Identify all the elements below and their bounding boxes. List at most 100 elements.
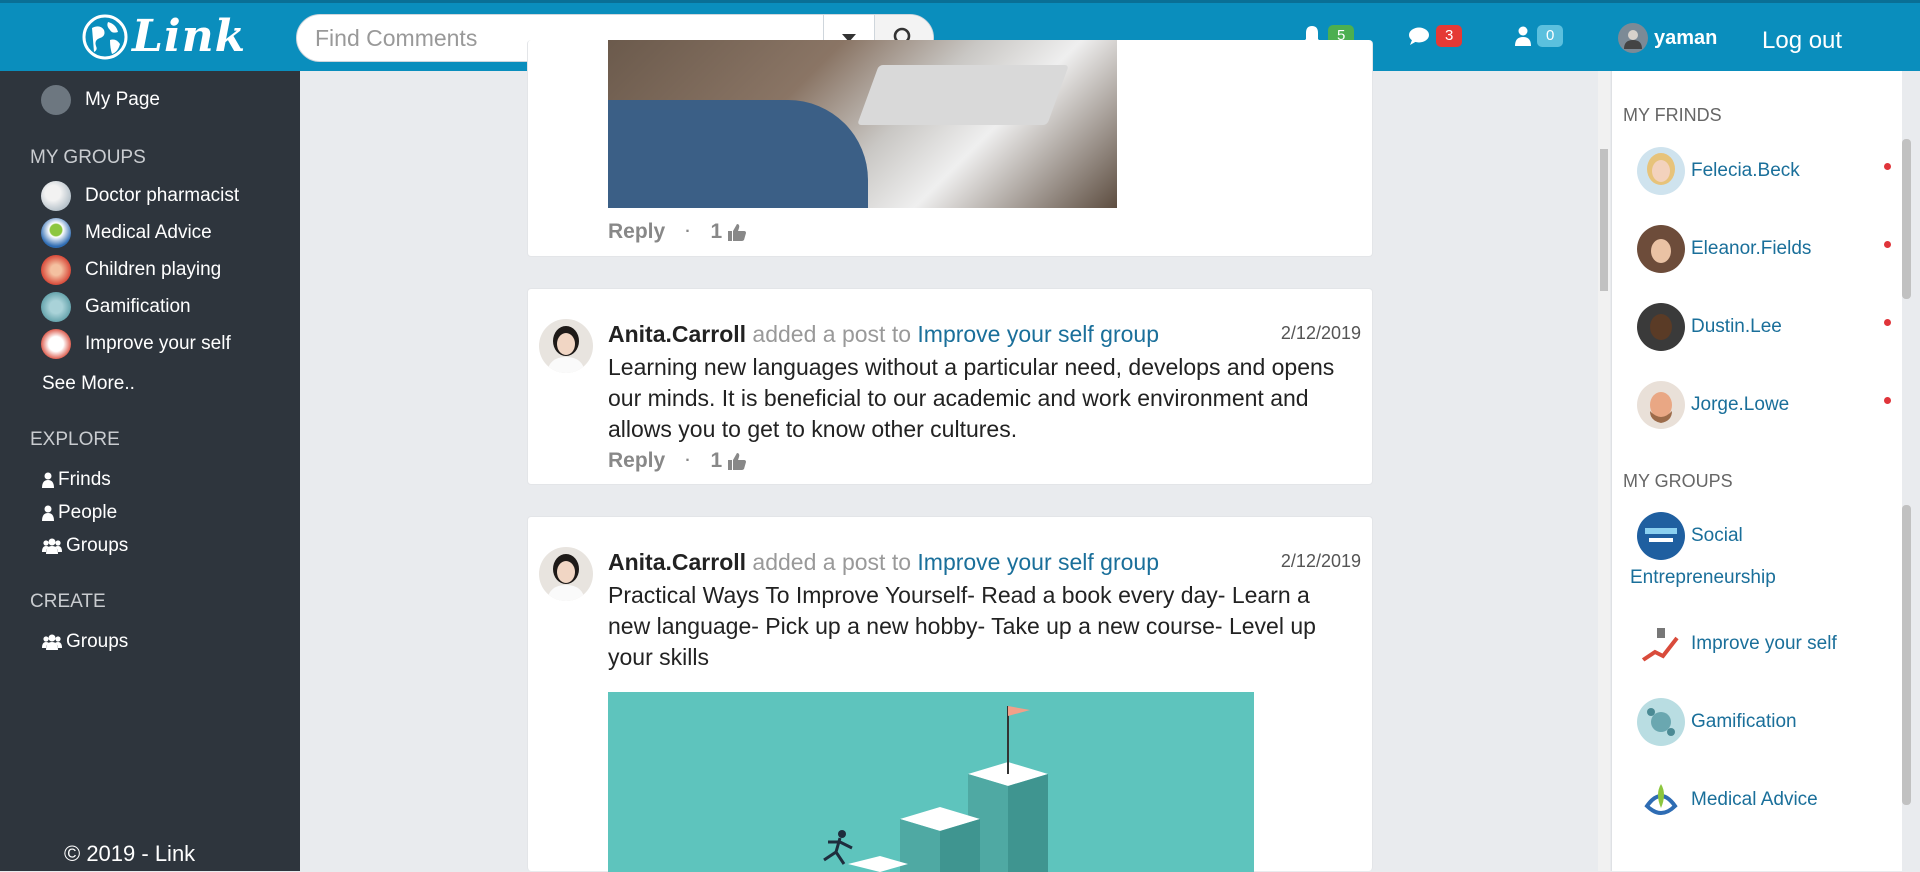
sidebar-item-groups[interactable]: Groups xyxy=(42,535,128,557)
friend-name: Jorge.Lowe xyxy=(1691,394,1790,415)
users-icon xyxy=(42,634,62,650)
post-card: Anita.Carroll added a post to Improve yo… xyxy=(527,288,1373,485)
sidebar-group-gamification[interactable]: Gamification xyxy=(41,292,191,322)
reply-button[interactable]: Reply xyxy=(608,220,665,244)
reply-button[interactable]: Reply xyxy=(608,449,665,473)
avatar xyxy=(41,85,71,115)
thumbs-up-icon[interactable] xyxy=(728,223,747,241)
avatar xyxy=(1637,512,1685,560)
main-scrollbar[interactable] xyxy=(1598,71,1610,871)
sidebar-group-children-playing[interactable]: Children playing xyxy=(41,255,221,285)
sidebar-item-frinds[interactable]: Frinds xyxy=(42,469,111,491)
online-indicator xyxy=(1884,319,1891,326)
group-avatar xyxy=(41,329,71,359)
friend-item[interactable]: Dustin.Lee xyxy=(1637,303,1782,351)
sidebar-item-label: My Page xyxy=(85,89,160,110)
thumbs-up-icon[interactable] xyxy=(728,452,747,470)
group-link[interactable]: Improve your self group xyxy=(917,549,1159,575)
like-count: 1 xyxy=(710,220,723,243)
friends-scrollbar-thumb[interactable] xyxy=(1902,139,1911,299)
copyright: © 2019 - Link xyxy=(64,841,196,866)
sidebar-item-my-page[interactable]: My Page xyxy=(41,85,160,115)
group-item-medical-advice[interactable]: Medical Advice xyxy=(1637,776,1818,824)
avatar xyxy=(1637,303,1685,351)
post-image[interactable] xyxy=(608,40,1117,208)
group-name[interactable]: Entrepreneurship xyxy=(1630,567,1776,589)
sidebar-group-improve-your-self[interactable]: Improve your self xyxy=(41,329,231,359)
post-image[interactable] xyxy=(608,692,1254,872)
group-link[interactable]: Improve your self group xyxy=(917,321,1159,347)
messages-badge: 3 xyxy=(1436,25,1463,47)
avatar xyxy=(1637,225,1685,273)
my-groups-heading: MY GROUPS xyxy=(1623,471,1733,491)
user-avatar-icon xyxy=(1624,30,1642,49)
avatar xyxy=(1637,698,1685,746)
messages-button[interactable]: 3 xyxy=(1408,25,1463,47)
globe-icon xyxy=(82,14,128,60)
sidebar-item-label: Groups xyxy=(66,535,129,556)
group-avatar xyxy=(41,218,71,248)
user-icon xyxy=(42,472,54,488)
sidebar-item-label: Improve your self xyxy=(85,333,231,354)
friend-name: Felecia.Beck xyxy=(1691,160,1800,181)
logout-link[interactable]: Log out xyxy=(1762,27,1842,55)
author-link[interactable]: Anita.Carroll xyxy=(608,321,746,347)
group-photo xyxy=(1637,698,1685,746)
author-photo xyxy=(539,319,593,373)
see-more-link[interactable]: See More.. xyxy=(42,373,135,395)
separator: · xyxy=(685,223,691,240)
sidebar-item-create-groups[interactable]: Groups xyxy=(42,631,128,653)
sidebar-group-medical-advice[interactable]: Medical Advice xyxy=(41,218,212,248)
arm-shape xyxy=(608,100,868,208)
separator: · xyxy=(685,452,691,469)
avatar xyxy=(1637,620,1685,668)
friend-photo xyxy=(1637,147,1685,195)
post-action-text: added a post to xyxy=(752,549,911,575)
group-photo xyxy=(1637,776,1685,824)
user-icon xyxy=(1515,26,1531,46)
left-sidebar: My Page MY GROUPS Doctor pharmacist Medi… xyxy=(0,71,300,871)
author-photo xyxy=(539,547,593,601)
author-link[interactable]: Anita.Carroll xyxy=(608,549,746,575)
explore-heading: EXPLORE xyxy=(30,429,120,450)
friend-photo xyxy=(1637,381,1685,429)
sidebar-group-doctor-pharmacist[interactable]: Doctor pharmacist xyxy=(41,181,239,211)
group-photo xyxy=(1637,620,1685,668)
my-friends-heading: MY FRINDS xyxy=(1623,105,1722,125)
group-name: Improve your self xyxy=(1691,633,1837,654)
group-item-gamification[interactable]: Gamification xyxy=(1637,698,1797,746)
username: yaman xyxy=(1654,26,1718,49)
post-text: Practical Ways To Improve Yourself- Read… xyxy=(608,582,1316,670)
post-card: Anita.Carroll added a post to Improve yo… xyxy=(527,516,1373,872)
logo[interactable]: Link xyxy=(82,14,246,60)
group-name: Medical Advice xyxy=(1691,789,1818,810)
group-item-social-entrepreneurship[interactable]: Social xyxy=(1637,512,1743,560)
sidebar-item-label: Doctor pharmacist xyxy=(85,185,240,206)
post-card: Reply · 1 xyxy=(527,40,1373,257)
friend-item[interactable]: Felecia.Beck xyxy=(1637,147,1800,195)
user-icon xyxy=(42,505,54,521)
sidebar-item-people[interactable]: People xyxy=(42,502,117,524)
sidebar-item-label: Frinds xyxy=(58,469,111,490)
group-avatar xyxy=(41,255,71,285)
create-heading: CREATE xyxy=(30,591,106,612)
friend-item[interactable]: Eleanor.Fields xyxy=(1637,225,1811,273)
avatar xyxy=(1637,776,1685,824)
post-actions: Reply · 1 xyxy=(608,449,747,473)
friend-item[interactable]: Jorge.Lowe xyxy=(1637,381,1789,429)
author-avatar[interactable] xyxy=(539,547,593,601)
friend-requests-button[interactable]: 0 xyxy=(1515,25,1564,47)
author-avatar[interactable] xyxy=(539,319,593,373)
user-menu[interactable]: yaman xyxy=(1618,23,1717,53)
friend-photo xyxy=(1637,225,1685,273)
my-groups-heading: MY GROUPS xyxy=(30,147,146,168)
post-date: 2/12/2019 xyxy=(1280,551,1361,571)
avatar xyxy=(1637,147,1685,195)
scrollbar-thumb[interactable] xyxy=(1600,149,1608,291)
groups-scrollbar-thumb[interactable] xyxy=(1902,505,1911,805)
post-actions: Reply · 1 xyxy=(608,220,747,244)
friend-name: Eleanor.Fields xyxy=(1691,238,1812,259)
post-action-text: added a post to xyxy=(752,321,911,347)
group-item-improve-your-self[interactable]: Improve your self xyxy=(1637,620,1837,668)
logo-text: Link xyxy=(132,11,247,62)
